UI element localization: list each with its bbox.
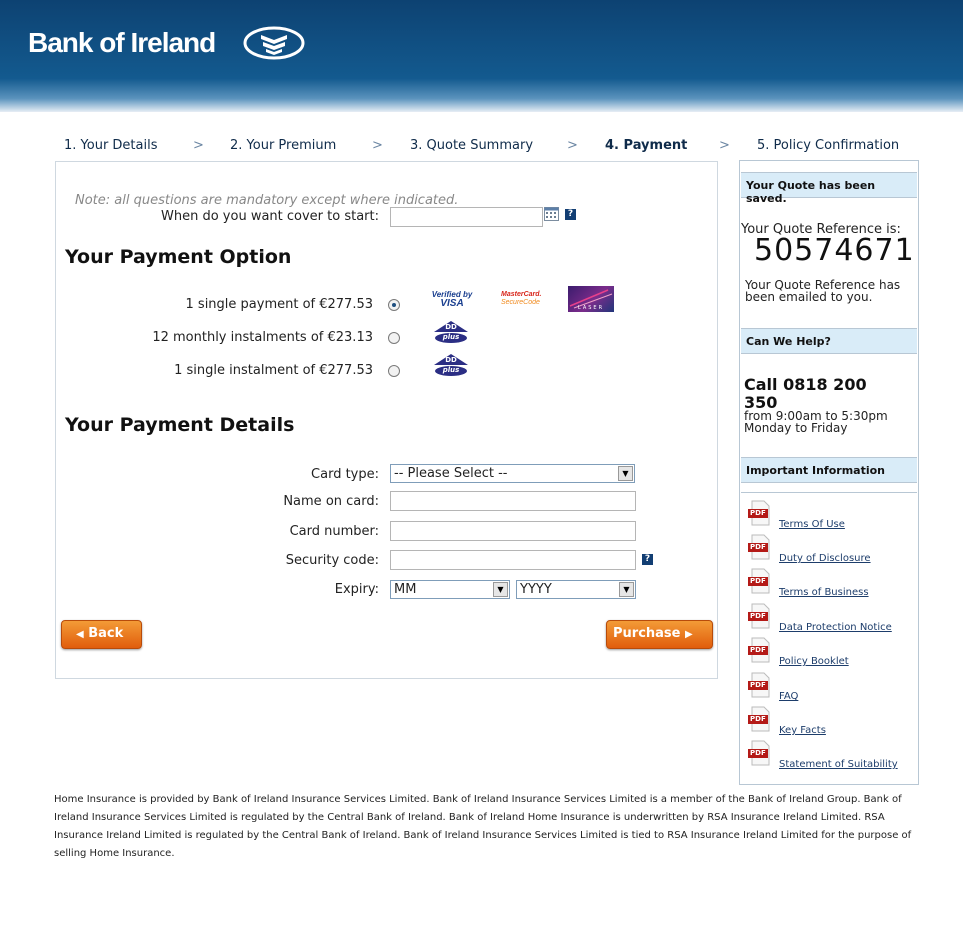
step-separator: > — [193, 138, 204, 153]
security-code-label: Security code: — [285, 553, 379, 568]
chevron-down-icon: ▼ — [619, 582, 634, 597]
security-code-input[interactable] — [390, 550, 636, 570]
payment-details-heading: Your Payment Details — [65, 414, 295, 436]
doc-link-statement-of-suitability[interactable]: Statement of Suitability — [779, 759, 898, 770]
doc-link-policy-booklet[interactable]: Policy Booklet — [779, 656, 849, 667]
important-info-heading: Important Information — [741, 457, 917, 483]
chevron-left-icon: ◀ — [76, 629, 84, 640]
pdf-icon: PDF — [748, 568, 772, 594]
step-your-premium: 2. Your Premium — [230, 138, 337, 153]
step-payment: 4. Payment — [605, 138, 688, 153]
pdf-icon: PDF — [748, 740, 772, 766]
security-code-help-icon[interactable]: ? — [642, 554, 653, 565]
chevron-down-icon: ▼ — [493, 582, 508, 597]
laser-card-logo: LASER — [568, 286, 614, 312]
option-single-payment-radio[interactable] — [388, 299, 400, 311]
bank-logo-icon — [243, 26, 305, 60]
doc-link-duty-of-disclosure[interactable]: Duty of Disclosure — [779, 553, 871, 564]
card-type-value: -- Please Select -- — [394, 466, 508, 481]
quote-sidebar: Your Quote has been saved. Your Quote Re… — [739, 160, 919, 785]
step-separator: > — [719, 138, 730, 153]
expiry-year-select[interactable]: YYYY ▼ — [516, 580, 636, 599]
back-button[interactable]: ◀ Back — [61, 620, 142, 649]
card-number-input[interactable] — [390, 521, 636, 541]
back-button-label: Back — [88, 626, 124, 641]
help-hours-line2: Monday to Friday — [744, 421, 848, 435]
doc-link-faq[interactable]: FAQ — [779, 691, 798, 702]
expiry-month-select[interactable]: MM ▼ — [390, 580, 510, 599]
pdf-icon: PDF — [748, 706, 772, 732]
doc-link-terms-of-use[interactable]: Terms Of Use — [779, 519, 845, 530]
help-phone-line1: Call 0818 200 — [744, 375, 867, 394]
pdf-icon: PDF — [748, 637, 772, 663]
pdf-icon: PDF — [748, 500, 772, 526]
calendar-icon[interactable] — [544, 207, 559, 221]
chevron-down-icon: ▼ — [618, 466, 633, 481]
mandatory-note: Note: all questions are mandatory except… — [75, 193, 459, 208]
chevron-right-icon: ▶ — [685, 629, 693, 640]
verified-by-visa-logo: Verified by VISA — [431, 290, 473, 309]
quote-reference-number: 50574671 — [754, 233, 915, 268]
quote-emailed-text: Your Quote Reference has been emailed to… — [745, 278, 901, 304]
step-separator: > — [372, 138, 383, 153]
doc-link-data-protection-notice[interactable]: Data Protection Notice — [779, 622, 892, 633]
doc-link-terms-of-business[interactable]: Terms of Business — [779, 587, 869, 598]
card-number-label: Card number: — [289, 524, 379, 539]
cover-start-label: When do you want cover to start: — [161, 209, 379, 224]
direct-debit-plus-logo: DD plus — [433, 353, 469, 377]
step-separator: > — [567, 138, 578, 153]
direct-debit-plus-logo: DD plus — [433, 320, 469, 344]
purchase-button[interactable]: Purchase ▶ — [606, 620, 713, 649]
doc-link-key-facts[interactable]: Key Facts — [779, 725, 826, 736]
payment-option-heading: Your Payment Option — [65, 246, 292, 268]
option-single-payment-label: 1 single payment of €277.53 — [185, 297, 373, 312]
pdf-icon: PDF — [748, 534, 772, 560]
option-monthly-instalments-radio[interactable] — [388, 332, 400, 344]
option-single-instalment-label: 1 single instalment of €277.53 — [174, 363, 373, 378]
bank-logo-text: Bank of Ireland — [28, 27, 216, 58]
step-your-details: 1. Your Details — [64, 138, 158, 153]
option-single-instalment-radio[interactable] — [388, 365, 400, 377]
name-on-card-input[interactable] — [390, 491, 636, 511]
option-monthly-instalments-label: 12 monthly instalments of €23.13 — [152, 330, 373, 345]
quote-saved-heading: Your Quote has been saved. — [741, 172, 917, 205]
pdf-icon: PDF — [748, 603, 772, 629]
cover-start-help-icon[interactable]: ? — [565, 209, 576, 220]
pdf-icon: PDF — [748, 672, 772, 698]
header-banner: Bank of Ireland — [0, 0, 963, 112]
name-on-card-label: Name on card: — [283, 494, 379, 509]
purchase-button-label: Purchase — [613, 626, 681, 641]
payment-form-panel: Note: all questions are mandatory except… — [55, 161, 718, 679]
expiry-label: Expiry: — [334, 582, 379, 597]
help-heading: Can We Help? — [741, 328, 917, 354]
step-policy-confirmation: 5. Policy Confirmation — [757, 138, 900, 153]
expiry-year-value: YYYY — [520, 582, 552, 597]
card-type-select[interactable]: -- Please Select -- ▼ — [390, 464, 635, 483]
cover-start-input[interactable] — [390, 207, 543, 227]
mastercard-securecode-logo: MasterCard. SecureCode — [501, 291, 542, 306]
expiry-month-value: MM — [394, 582, 417, 597]
footer-disclaimer: Home Insurance is provided by Bank of Ir… — [54, 794, 912, 859]
step-quote-summary: 3. Quote Summary — [410, 138, 534, 153]
divider — [741, 492, 917, 493]
card-type-label: Card type: — [311, 467, 379, 482]
